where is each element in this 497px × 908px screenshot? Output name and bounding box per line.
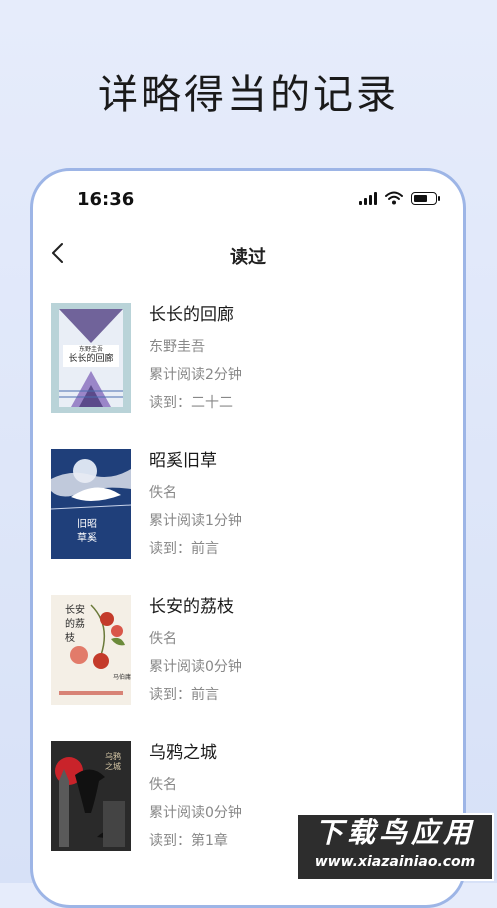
book-title: 昭奚旧草: [149, 451, 217, 471]
cover-text: 东野圭吾: [79, 345, 103, 353]
book-cover[interactable]: 旧昭 草奚: [51, 449, 131, 559]
book-read-time: 累计阅读1分钟: [149, 513, 242, 529]
book-read-time: 累计阅读2分钟: [149, 367, 242, 383]
cover-text: 长长的回廊: [68, 352, 113, 364]
book-title: 长安的荔枝: [149, 597, 234, 617]
watermark-line2: www.xiazainiao.com: [314, 854, 476, 870]
status-time: 16:36: [77, 189, 135, 210]
book-list: 东野圭吾 长长的回廊 长长的回廊 东野圭吾 累计阅读2分钟 读到：二十二 旧昭 …: [51, 303, 463, 887]
page-headline: 详略得当的记录: [98, 72, 399, 118]
cover-text: 乌鸦: [105, 751, 121, 761]
book-read-time: 累计阅读0分钟: [149, 659, 242, 675]
cover-text: 旧昭: [77, 518, 97, 530]
cover-text: 草奚: [77, 532, 97, 544]
watermark-line1: 下载鸟应用: [314, 816, 475, 849]
book-info: 乌鸦之城 佚名 累计阅读0分钟 读到：第1章: [149, 741, 242, 855]
book-cover[interactable]: 长安 的荔 枝 马伯庸: [51, 595, 131, 705]
book-item[interactable]: 长安 的荔 枝 马伯庸 长安的荔枝 佚名 累计阅读0分钟 读到：前言: [51, 595, 463, 741]
battery-icon: [411, 191, 440, 205]
book-read-time: 累计阅读0分钟: [149, 805, 242, 821]
site-watermark: 下载鸟应用 www.xiazainiao.com: [296, 813, 494, 881]
book-cover[interactable]: 东野圭吾 长长的回廊: [51, 303, 131, 413]
book-item[interactable]: 东野圭吾 长长的回廊 长长的回廊 东野圭吾 累计阅读2分钟 读到：二十二: [51, 303, 463, 449]
book-item[interactable]: 旧昭 草奚 昭奚旧草 佚名 累计阅读1分钟 读到：前言: [51, 449, 463, 595]
book-progress: 读到：前言: [149, 541, 219, 557]
book-info: 长安的荔枝 佚名 累计阅读0分钟 读到：前言: [149, 595, 242, 709]
book-title: 乌鸦之城: [149, 743, 217, 763]
book-title: 长长的回廊: [149, 305, 234, 325]
book-progress: 读到：第1章: [149, 833, 228, 849]
status-icons: [359, 191, 440, 205]
book-info: 昭奚旧草 佚名 累计阅读1分钟 读到：前言: [149, 449, 242, 563]
book-progress: 读到：前言: [149, 687, 219, 703]
cover-text: 长安: [65, 603, 85, 616]
cover-text: 马伯庸: [113, 673, 131, 681]
book-author: 佚名: [149, 631, 177, 647]
signal-icon: [359, 191, 377, 205]
cover-text: 之城: [105, 761, 121, 771]
book-author: 佚名: [149, 777, 177, 793]
book-info: 长长的回廊 东野圭吾 累计阅读2分钟 读到：二十二: [149, 303, 242, 417]
book-progress: 读到：二十二: [149, 395, 233, 411]
nav-title: 读过: [230, 247, 266, 268]
book-author: 佚名: [149, 485, 177, 501]
phone-frame: 16:36 读过 东野圭吾 长长的回廊 长长的回廊 东野圭吾 累计阅读2分钟 读…: [30, 168, 466, 908]
cover-text: 枝: [65, 631, 75, 644]
book-cover[interactable]: 乌鸦 之城: [51, 741, 131, 851]
wifi-icon: [385, 191, 403, 205]
book-author: 东野圭吾: [149, 339, 205, 355]
cover-text: 的荔: [65, 617, 85, 630]
